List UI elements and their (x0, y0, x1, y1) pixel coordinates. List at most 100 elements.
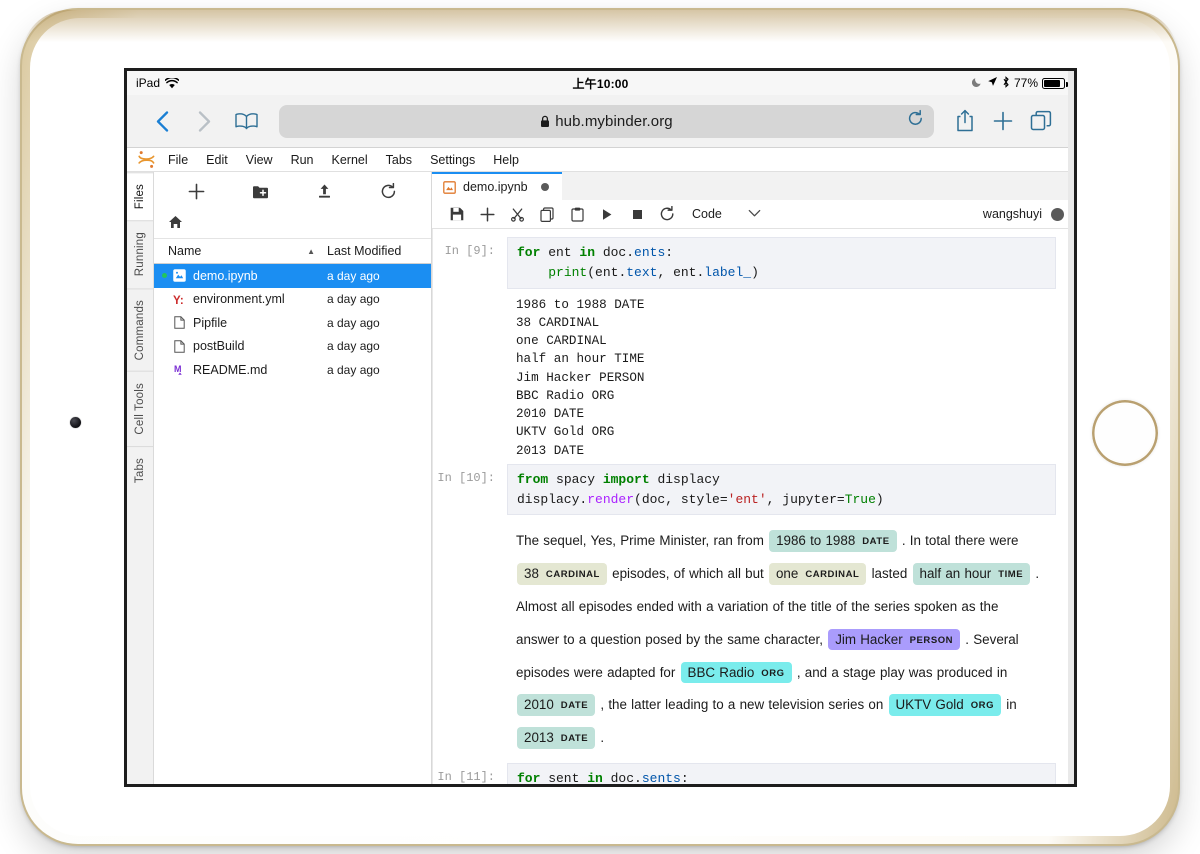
displacy-text: The sequel, Yes, Prime Minister, ran fro… (516, 533, 768, 548)
file-list: demo.ipynb a day ago Y: environment.yml … (154, 264, 431, 382)
moon-icon (972, 76, 983, 90)
code-input[interactable]: for sent in doc.sents: print(sent) (507, 763, 1056, 784)
address-bar[interactable]: hub.mybinder.org (279, 105, 934, 138)
copy-icon[interactable] (532, 202, 562, 226)
jupyter-logo (133, 150, 159, 169)
file-row-environment-yml[interactable]: Y: environment.yml a day ago (154, 288, 431, 312)
home-button[interactable] (1092, 400, 1158, 466)
file-modified: a day ago (327, 316, 423, 330)
displacy-entity-text: BBC Radio (688, 665, 755, 680)
svg-text:M: M (174, 364, 182, 374)
menu-kernel[interactable]: Kernel (323, 148, 377, 172)
code-token: sent (540, 771, 587, 784)
file-icon (169, 316, 190, 329)
column-header-last-modified[interactable]: Last Modified (327, 244, 423, 258)
new-tab-plus-icon[interactable] (984, 110, 1022, 132)
status-right: 77% (972, 76, 1065, 91)
breadcrumb[interactable] (154, 210, 431, 238)
displacy-entity-text: 38 (524, 566, 539, 581)
code-token: ent (540, 245, 579, 260)
menu-tabs[interactable]: Tabs (377, 148, 421, 172)
forward-button[interactable] (183, 103, 225, 139)
kernel-indicator[interactable]: wangshuyi (983, 207, 1064, 221)
displacy-text: . (596, 730, 604, 745)
book-icon[interactable] (225, 103, 267, 139)
upload-icon[interactable] (308, 178, 342, 204)
code-input[interactable]: from spacy import displacy displacy.rend… (507, 464, 1056, 516)
scissors-icon[interactable] (502, 202, 532, 226)
file-row-pipfile[interactable]: Pipfile a day ago (154, 311, 431, 335)
sidebar-item-files[interactable]: Files (127, 172, 153, 220)
reload-icon[interactable] (907, 110, 924, 133)
column-name-label: Name (168, 244, 201, 258)
displacy-entity-label: PERSON (910, 635, 953, 646)
refresh-icon[interactable] (372, 178, 406, 204)
file-row-readme-md[interactable]: M README.md a day ago (154, 358, 431, 382)
displacy-text: lasted (867, 566, 911, 581)
sidebar-item-running[interactable]: Running (127, 220, 153, 287)
sidebar-item-commands[interactable]: Commands (127, 288, 153, 371)
code-token: displacy. (517, 492, 587, 507)
displacy-entity: UKTV Gold ORG (889, 694, 1002, 715)
restart-kernel-icon[interactable] (652, 202, 682, 226)
notebook-cell[interactable]: In [9]: for ent in doc.ents: print(ent.t… (433, 237, 1056, 464)
sidebar-item-tabs[interactable]: Tabs (127, 446, 153, 494)
cell-prompt: In [10]: (433, 464, 507, 763)
cell-body: for sent in doc.sents: print(sent) The s… (507, 763, 1056, 784)
displacy-entity-text: UKTV Gold (896, 697, 964, 712)
displacy-entity: 1986 to 1988DATE (769, 530, 897, 551)
code-input[interactable]: for ent in doc.ents: print(ent.text, ent… (507, 237, 1056, 289)
file-modified: a day ago (327, 339, 423, 353)
file-row-demo-ipynb[interactable]: demo.ipynb a day ago (154, 264, 431, 288)
code-token: spacy (548, 472, 603, 487)
sidebar-item-cell-tools[interactable]: Cell Tools (127, 371, 153, 446)
displacy-entity-text: 2010 (524, 697, 554, 712)
column-header-name[interactable]: Name ▲ (168, 244, 327, 258)
paste-icon[interactable] (562, 202, 592, 226)
displacy-entity-text: one (776, 566, 798, 581)
new-folder-icon[interactable] (243, 178, 277, 204)
file-browser-panel: Name ▲ Last Modified demo.ipynb a day ag… (154, 172, 432, 784)
code-token: 'ent' (728, 492, 767, 507)
menu-file[interactable]: File (159, 148, 197, 172)
jupyterlab-main: Files Running Commands Cell Tools Tabs (127, 172, 1074, 784)
notebook-dock: demo.ipynb (432, 172, 1074, 784)
notebook-scroll-area[interactable]: In [9]: for ent in doc.ents: print(ent.t… (432, 229, 1074, 784)
save-icon[interactable] (442, 202, 472, 226)
insert-cell-plus-icon[interactable] (472, 202, 502, 226)
menu-edit[interactable]: Edit (197, 148, 237, 172)
menu-run[interactable]: Run (282, 148, 323, 172)
cell-body: for ent in doc.ents: print(ent.text, ent… (507, 237, 1056, 464)
notebook-cell[interactable]: In [11]: for sent in doc.sents: print(se… (433, 763, 1056, 784)
code-token: for (517, 771, 540, 784)
code-token: label_ (704, 265, 751, 280)
home-icon[interactable] (168, 215, 183, 234)
cell-type-dropdown[interactable]: Code (692, 207, 761, 221)
svg-text:Y:: Y: (173, 295, 184, 306)
menu-view[interactable]: View (237, 148, 282, 172)
jupyterlab-menu-bar: File Edit View Run Kernel Tabs Settings … (127, 148, 1074, 172)
share-icon[interactable] (946, 109, 984, 133)
displacy-text: . In total there were (898, 533, 1019, 548)
code-token: ) (876, 492, 884, 507)
new-launcher-plus-icon[interactable] (179, 178, 213, 204)
menu-settings[interactable]: Settings (421, 148, 484, 172)
tab-demo-ipynb[interactable]: demo.ipynb (432, 172, 562, 200)
displacy-entity-label: ORG (971, 700, 994, 711)
stop-icon[interactable] (622, 202, 652, 226)
tab-title: demo.ipynb (463, 180, 528, 194)
unsaved-indicator[interactable] (541, 183, 549, 191)
kernel-busy-icon (1051, 208, 1064, 221)
back-button[interactable] (141, 103, 183, 139)
run-play-icon[interactable] (592, 202, 622, 226)
file-row-postbuild[interactable]: postBuild a day ago (154, 335, 431, 359)
file-name: environment.yml (190, 292, 327, 306)
displacy-entity: half an hourTIME (913, 563, 1031, 584)
status-time: 上午10:00 (127, 75, 1074, 92)
wifi-icon (165, 78, 179, 89)
displacy-entity-text: 1986 to 1988 (776, 533, 855, 548)
notebook-cell[interactable]: In [10]: from spacy import displacy disp… (433, 464, 1056, 763)
tabs-icon[interactable] (1022, 110, 1060, 132)
code-token: (doc, style= (634, 492, 728, 507)
menu-help[interactable]: Help (484, 148, 528, 172)
